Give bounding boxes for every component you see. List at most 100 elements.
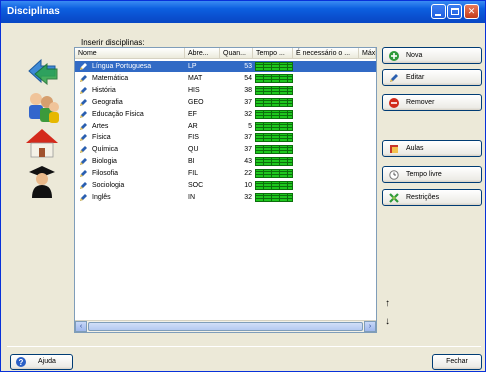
add-icon: [389, 51, 399, 61]
transfer-arrows-icon[interactable]: [23, 54, 61, 88]
list-row[interactable]: Sociologia SOC 10: [75, 180, 376, 191]
teachers-icon[interactable]: [23, 90, 61, 124]
list-row[interactable]: Biologia BI 43: [75, 156, 376, 167]
time-availability-grid: [255, 157, 293, 167]
time-availability-grid: [255, 133, 293, 143]
time-availability-grid: [255, 73, 293, 83]
time-availability-grid: [255, 169, 293, 179]
title-bar: Disciplinas ✕: [1, 1, 485, 23]
discipline-name: História: [92, 86, 116, 94]
list-row[interactable]: Educação Física EF 32: [75, 109, 376, 120]
time-availability-grid: [255, 121, 293, 131]
move-down-arrow[interactable]: ↓: [385, 316, 390, 327]
school-building-icon[interactable]: [23, 126, 61, 160]
column-header-abbreviation[interactable]: Abre...: [185, 48, 220, 59]
remove-icon: [389, 98, 399, 108]
discipline-quantity: 10: [244, 182, 252, 189]
discipline-quantity: 32: [244, 193, 252, 201]
lessons-button-label: Aulas: [406, 145, 424, 152]
close-window-button[interactable]: ✕: [464, 4, 479, 19]
discipline-name: Biologia: [92, 158, 117, 166]
discipline-icon: [80, 134, 87, 142]
list-row[interactable]: Língua Portuguesa LP 53: [75, 61, 376, 72]
edit-button[interactable]: Editar: [382, 69, 482, 86]
list-row[interactable]: Filosofia FIL 22: [75, 168, 376, 179]
list-row[interactable]: Física FIS 37: [75, 132, 376, 143]
edit-icon: [390, 74, 398, 82]
time-availability-grid: [255, 85, 293, 95]
close-button-label: Fechar: [446, 358, 468, 365]
disciplines-list[interactable]: Nome Abre... Quan... Tempo ... É necessá…: [74, 47, 377, 333]
list-row[interactable]: Inglês IN 32: [75, 192, 376, 203]
discipline-icon: [80, 98, 87, 106]
time-availability-grid: [255, 109, 293, 119]
column-header-time[interactable]: Tempo ...: [253, 48, 293, 59]
edit-button-label: Editar: [406, 74, 425, 81]
list-row[interactable]: História HIS 38: [75, 85, 376, 96]
discipline-icon: [80, 170, 87, 178]
discipline-icon: [80, 146, 87, 154]
discipline-abbreviation: BI: [188, 158, 195, 166]
restrictions-button[interactable]: Restrições: [382, 189, 482, 206]
close-button[interactable]: Fechar: [432, 354, 482, 370]
discipline-name: Educação Física: [92, 110, 144, 118]
maximize-button[interactable]: [447, 4, 462, 19]
help-button-label: Ajuda: [38, 358, 56, 365]
discipline-abbreviation: QU: [188, 146, 199, 154]
discipline-icon: [80, 122, 87, 130]
horizontal-scrollbar[interactable]: ‹ ›: [75, 320, 376, 332]
remove-button[interactable]: Remover: [382, 94, 482, 111]
discipline-abbreviation: GEO: [188, 98, 204, 106]
list-row[interactable]: Química QU 37: [75, 144, 376, 155]
discipline-icon: [80, 193, 87, 201]
discipline-abbreviation: FIS: [188, 134, 199, 142]
discipline-name: Sociologia: [92, 182, 125, 189]
discipline-quantity: 53: [244, 63, 252, 70]
remove-button-label: Remover: [406, 99, 435, 106]
discipline-name: Inglês: [92, 193, 111, 201]
discipline-name: Física: [92, 134, 111, 142]
column-header-required[interactable]: É necessário o ...: [293, 48, 359, 59]
discipline-name: Geografia: [92, 98, 123, 106]
move-up-arrow[interactable]: ↑: [385, 298, 390, 309]
scroll-thumb[interactable]: [88, 322, 363, 331]
free-time-button-label: Tempo livre: [406, 171, 442, 178]
restrictions-button-label: Restrições: [406, 194, 440, 201]
column-header-name[interactable]: Nome: [75, 48, 185, 59]
minimize-button[interactable]: [431, 4, 446, 19]
list-header: Nome Abre... Quan... Tempo ... É necessá…: [75, 48, 376, 59]
clock-icon: [389, 170, 399, 180]
discipline-quantity: 43: [244, 158, 252, 166]
discipline-icon: [80, 74, 87, 82]
list-label: Inserir disciplinas:: [81, 38, 145, 47]
lessons-button[interactable]: Aulas: [382, 140, 482, 157]
discipline-icon: [80, 86, 87, 94]
list-row[interactable]: Artes AR 5: [75, 121, 376, 132]
list-row[interactable]: Geografia GEO 37: [75, 97, 376, 108]
discipline-icon: [80, 110, 87, 118]
discipline-abbreviation: HIS: [188, 86, 200, 94]
help-button[interactable]: ? Ajuda: [10, 354, 73, 370]
discipline-abbreviation: IN: [188, 193, 195, 201]
window-title: Disciplinas: [7, 6, 60, 17]
discipline-abbreviation: FIL: [188, 170, 199, 178]
discipline-quantity: 37: [244, 146, 252, 154]
scroll-left-button[interactable]: ‹: [75, 321, 87, 332]
lessons-icon: [390, 145, 398, 153]
discipline-quantity: 32: [244, 110, 252, 118]
time-availability-grid: [255, 181, 293, 190]
discipline-name: Matemática: [92, 74, 129, 82]
discipline-quantity: 22: [244, 170, 252, 178]
restrictions-icon: [389, 193, 399, 203]
discipline-name: Química: [92, 146, 119, 154]
free-time-button[interactable]: Tempo livre: [382, 166, 482, 183]
column-header-max[interactable]: Máx: [359, 48, 376, 59]
new-button[interactable]: Nova: [382, 47, 482, 64]
list-row[interactable]: Matemática MAT 54: [75, 73, 376, 84]
disciplinas-window: Disciplinas ✕ Inserir disciplinas: Nome …: [0, 0, 486, 372]
column-header-quantity[interactable]: Quan...: [220, 48, 253, 59]
scroll-right-button[interactable]: ›: [364, 321, 376, 332]
discipline-quantity: 37: [244, 134, 252, 142]
maximize-icon: [451, 8, 459, 15]
graduate-icon[interactable]: [23, 164, 61, 198]
